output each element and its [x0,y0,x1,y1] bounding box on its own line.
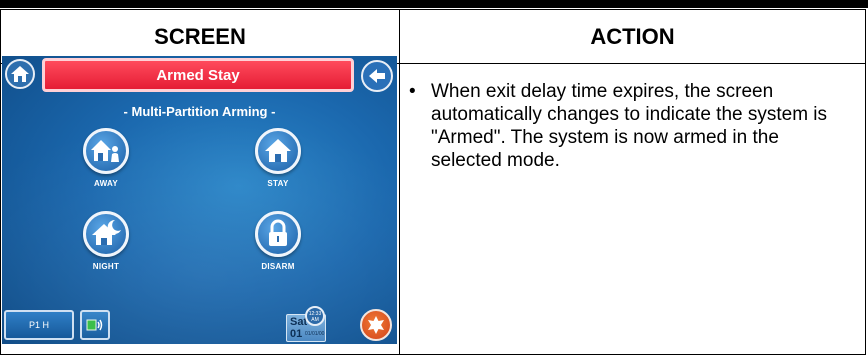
emergency-icon [368,316,384,334]
mode-label-stay: STAY [267,179,289,188]
mode-label-night: NIGHT [92,262,120,271]
home-stay-icon [255,128,301,174]
home-night-icon [83,211,129,257]
clock-ampm: AM [311,317,319,323]
armed-status-bar: Armed Stay [42,58,354,92]
mode-label-away: AWAY [93,179,119,188]
top-rule [0,0,868,8]
disarm-button[interactable]: DISARM [233,211,323,271]
home-away-icon [83,128,129,174]
date-full: 01/01/00 [305,331,325,337]
column-divider [399,10,400,354]
column-header-action: ACTION [590,23,675,49]
speaker-icon [86,319,103,331]
lock-icon [255,211,301,257]
clock-icon: 12:33 AM [305,306,325,326]
home-button[interactable] [5,59,35,89]
bullet-marker: • [409,81,416,102]
date-number: 01 [290,328,303,340]
partition-title: - Multi-Partition Arming - [123,104,276,119]
speaker-button[interactable] [80,310,110,340]
away-button[interactable]: AWAY [61,128,151,188]
action-instruction: • When exit delay time expires, the scre… [409,80,849,172]
home-icon [11,66,29,82]
night-button[interactable]: NIGHT [61,211,151,271]
stay-button[interactable]: STAY [233,128,323,188]
action-text: When exit delay time expires, the screen… [431,81,828,171]
back-button[interactable] [361,60,393,92]
mode-label-disarm: DISARM [261,262,295,271]
emergency-button[interactable] [360,309,392,341]
back-arrow-icon [369,69,385,83]
touchscreen: Armed Stay - Multi-Partition Arming - AW… [2,56,397,344]
partition-button[interactable]: P1 H [4,310,74,340]
